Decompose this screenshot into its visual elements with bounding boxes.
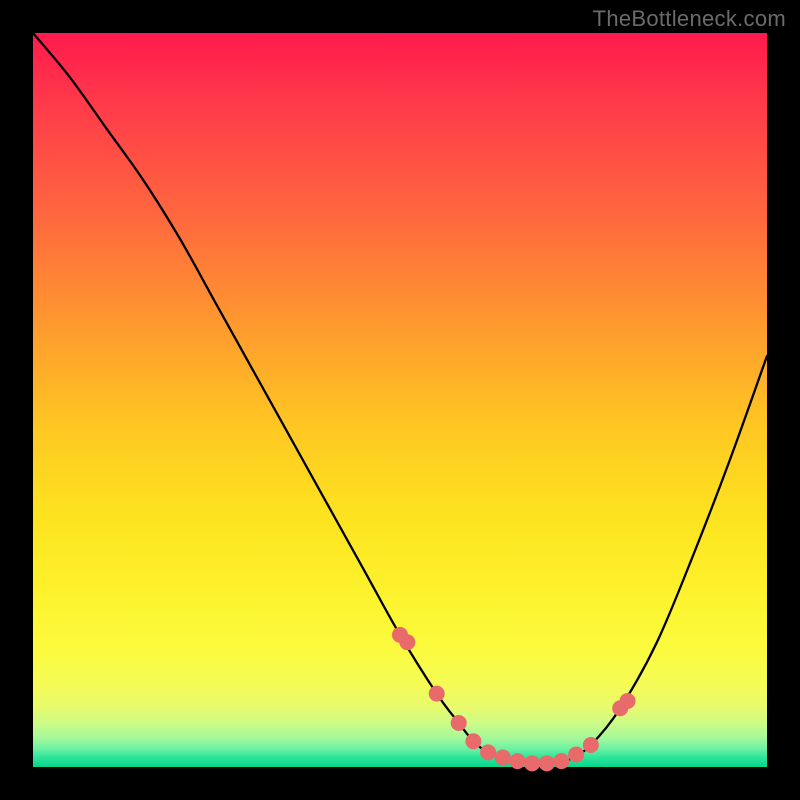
bottleneck-curve [33, 33, 767, 764]
marker-dot [399, 634, 415, 650]
marker-dot [553, 753, 569, 769]
outer-frame: TheBottleneck.com [0, 0, 800, 800]
watermark-text: TheBottleneck.com [593, 6, 786, 32]
marker-dot [451, 715, 467, 731]
marker-group [392, 627, 636, 771]
marker-dot [429, 686, 445, 702]
marker-dot [568, 747, 584, 763]
curve-layer [33, 33, 767, 767]
marker-dot [620, 693, 636, 709]
marker-dot [524, 755, 540, 771]
marker-dot [480, 744, 496, 760]
marker-dot [509, 753, 525, 769]
marker-dot [539, 755, 555, 771]
marker-dot [465, 733, 481, 749]
plot-area [33, 33, 767, 767]
marker-dot [583, 737, 599, 753]
marker-dot [495, 749, 511, 765]
